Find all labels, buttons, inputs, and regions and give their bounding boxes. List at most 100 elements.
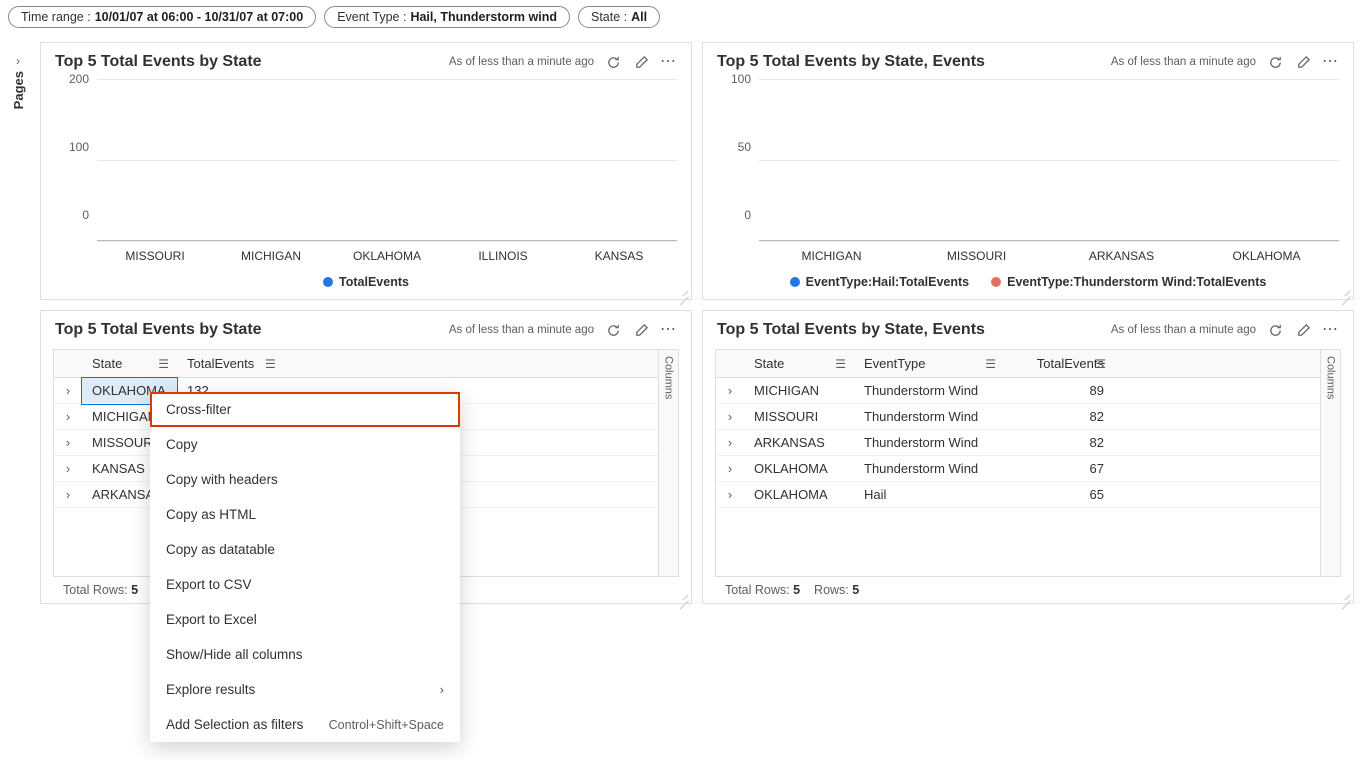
menu-export-excel[interactable]: Export to Excel <box>150 602 460 637</box>
menu-add-selection-filters[interactable]: Add Selection as filtersControl+Shift+Sp… <box>150 707 460 742</box>
tile-chart-top5-state-events: Top 5 Total Events by State, Events As o… <box>702 42 1354 300</box>
expand-icon[interactable]: › <box>716 482 744 508</box>
menu-copy-datatable[interactable]: Copy as datatable <box>150 532 460 567</box>
cell-state[interactable]: OKLAHOMA <box>744 482 854 508</box>
menu-label: Copy as datatable <box>166 542 275 557</box>
expand-icon[interactable]: › <box>54 482 82 508</box>
resize-handle-icon[interactable] <box>1341 287 1351 297</box>
expand-icon[interactable]: › <box>716 430 744 456</box>
edit-icon[interactable] <box>1294 321 1312 339</box>
table-row[interactable]: ›ARKANSASThunderstorm Wind82 <box>716 430 1340 456</box>
expand-icon[interactable]: › <box>54 456 82 482</box>
legend-dot-icon <box>991 277 1001 287</box>
table-row[interactable]: ›MISSOURIThunderstorm Wind82 <box>716 404 1340 430</box>
x-axis-label: OKLAHOMA <box>1194 245 1339 267</box>
col-state[interactable]: State☰ <box>744 350 854 378</box>
x-axis-label: ARKANSAS <box>1049 245 1194 267</box>
tile-title: Top 5 Total Events by State, Events <box>717 53 1111 71</box>
more-icon[interactable]: ⋯ <box>1322 322 1339 338</box>
cell-total[interactable]: 67 <box>1004 456 1114 482</box>
column-menu-icon[interactable]: ☰ <box>985 357 996 371</box>
menu-label: Export to CSV <box>166 577 252 592</box>
column-menu-icon[interactable]: ☰ <box>835 357 846 371</box>
table-footer: Total Rows: 5 Rows: 5 <box>715 577 1341 603</box>
col-totalevents[interactable]: TotalEvents☰ <box>1004 350 1114 378</box>
edit-icon[interactable] <box>632 321 650 339</box>
cell-state[interactable]: MISSOURI <box>744 404 854 430</box>
legend-totalevents[interactable]: TotalEvents <box>323 275 409 289</box>
menu-copy[interactable]: Copy <box>150 427 460 462</box>
legend-hail[interactable]: EventType:Hail:TotalEvents <box>790 275 969 289</box>
tile-meta: As of less than a minute ago ⋯ <box>449 53 677 71</box>
col-state[interactable]: State☰ <box>82 350 177 378</box>
resize-handle-icon[interactable] <box>679 591 689 601</box>
pages-label: Pages <box>11 71 26 109</box>
columns-panel-toggle[interactable]: Columns <box>658 350 678 576</box>
chart-legend: TotalEvents <box>55 267 677 289</box>
edit-icon[interactable] <box>1294 53 1312 71</box>
results-table[interactable]: State☰ EventType☰ TotalEvents☰ ›MICHIGAN… <box>716 350 1340 508</box>
col-spacer <box>1114 350 1340 378</box>
more-icon[interactable]: ⋯ <box>660 322 677 338</box>
legend-label: EventType:Thunderstorm Wind:TotalEvents <box>1007 275 1266 289</box>
cell-total[interactable]: 82 <box>1004 430 1114 456</box>
table-row[interactable]: ›OKLAHOMAHail65 <box>716 482 1340 508</box>
filter-event-type-label: Event Type : <box>337 10 406 24</box>
refresh-icon[interactable] <box>604 53 622 71</box>
filter-event-type[interactable]: Event Type : Hail, Thunderstorm wind <box>324 6 570 28</box>
cell-eventtype[interactable]: Thunderstorm Wind <box>854 430 1004 456</box>
x-axis-label: OKLAHOMA <box>329 245 445 267</box>
chart-plot[interactable]: 100500MICHIGANMISSOURIARKANSASOKLAHOMA <box>717 79 1339 267</box>
columns-label: Columns <box>663 350 675 399</box>
expand-icon[interactable]: › <box>716 456 744 482</box>
refresh-icon[interactable] <box>1266 321 1284 339</box>
cell-total[interactable]: 89 <box>1004 378 1114 404</box>
filter-time-range-value: 10/01/07 at 06:00 - 10/31/07 at 07:00 <box>95 10 303 24</box>
edit-icon[interactable] <box>632 53 650 71</box>
expand-icon[interactable]: › <box>54 430 82 456</box>
cell-eventtype[interactable]: Hail <box>854 482 1004 508</box>
col-eventtype[interactable]: EventType☰ <box>854 350 1004 378</box>
cell-eventtype[interactable]: Thunderstorm Wind <box>854 456 1004 482</box>
x-axis-label: MICHIGAN <box>213 245 329 267</box>
chart-plot[interactable]: 2001000MISSOURIMICHIGANOKLAHOMAILLINOISK… <box>55 79 677 267</box>
table-row[interactable]: ›OKLAHOMAThunderstorm Wind67 <box>716 456 1340 482</box>
cell-eventtype[interactable]: Thunderstorm Wind <box>854 378 1004 404</box>
col-label: TotalEvents <box>187 356 254 371</box>
column-menu-icon[interactable]: ☰ <box>1095 357 1106 371</box>
refresh-icon[interactable] <box>1266 53 1284 71</box>
cell-state[interactable]: MICHIGAN <box>744 378 854 404</box>
menu-show-hide-columns[interactable]: Show/Hide all columns <box>150 637 460 672</box>
menu-copy-headers[interactable]: Copy with headers <box>150 462 460 497</box>
col-totalevents[interactable]: TotalEvents ☰ <box>177 350 678 378</box>
menu-cross-filter[interactable]: Cross-filter <box>150 392 460 427</box>
resize-handle-icon[interactable] <box>1341 591 1351 601</box>
column-menu-icon[interactable]: ☰ <box>265 357 276 371</box>
expand-icon[interactable]: › <box>54 378 82 404</box>
cell-eventtype[interactable]: Thunderstorm Wind <box>854 404 1004 430</box>
cell-state[interactable]: ARKANSAS <box>744 430 854 456</box>
menu-explore-results[interactable]: Explore results› <box>150 672 460 707</box>
cell-total[interactable]: 65 <box>1004 482 1114 508</box>
resize-handle-icon[interactable] <box>679 287 689 297</box>
cell-total[interactable]: 82 <box>1004 404 1114 430</box>
legend-thunderstorm[interactable]: EventType:Thunderstorm Wind:TotalEvents <box>991 275 1266 289</box>
chart-area: 100500MICHIGANMISSOURIARKANSASOKLAHOMA E… <box>703 73 1353 299</box>
expand-icon[interactable]: › <box>716 404 744 430</box>
menu-export-csv[interactable]: Export to CSV <box>150 567 460 602</box>
cell-state[interactable]: OKLAHOMA <box>744 456 854 482</box>
table-row[interactable]: ›MICHIGANThunderstorm Wind89 <box>716 378 1340 404</box>
filter-state[interactable]: State : All <box>578 6 660 28</box>
expand-icon[interactable]: › <box>716 378 744 404</box>
more-icon[interactable]: ⋯ <box>1322 54 1339 70</box>
columns-panel-toggle[interactable]: Columns <box>1320 350 1340 576</box>
column-menu-icon[interactable]: ☰ <box>158 357 169 371</box>
pages-collapsed-panel[interactable]: › Pages <box>4 50 32 130</box>
expand-icon[interactable]: › <box>54 404 82 430</box>
refresh-icon[interactable] <box>604 321 622 339</box>
filter-time-range[interactable]: Time range : 10/01/07 at 06:00 - 10/31/0… <box>8 6 316 28</box>
more-icon[interactable]: ⋯ <box>660 54 677 70</box>
col-expand <box>716 350 744 378</box>
x-axis-label: MISSOURI <box>97 245 213 267</box>
menu-copy-html[interactable]: Copy as HTML <box>150 497 460 532</box>
